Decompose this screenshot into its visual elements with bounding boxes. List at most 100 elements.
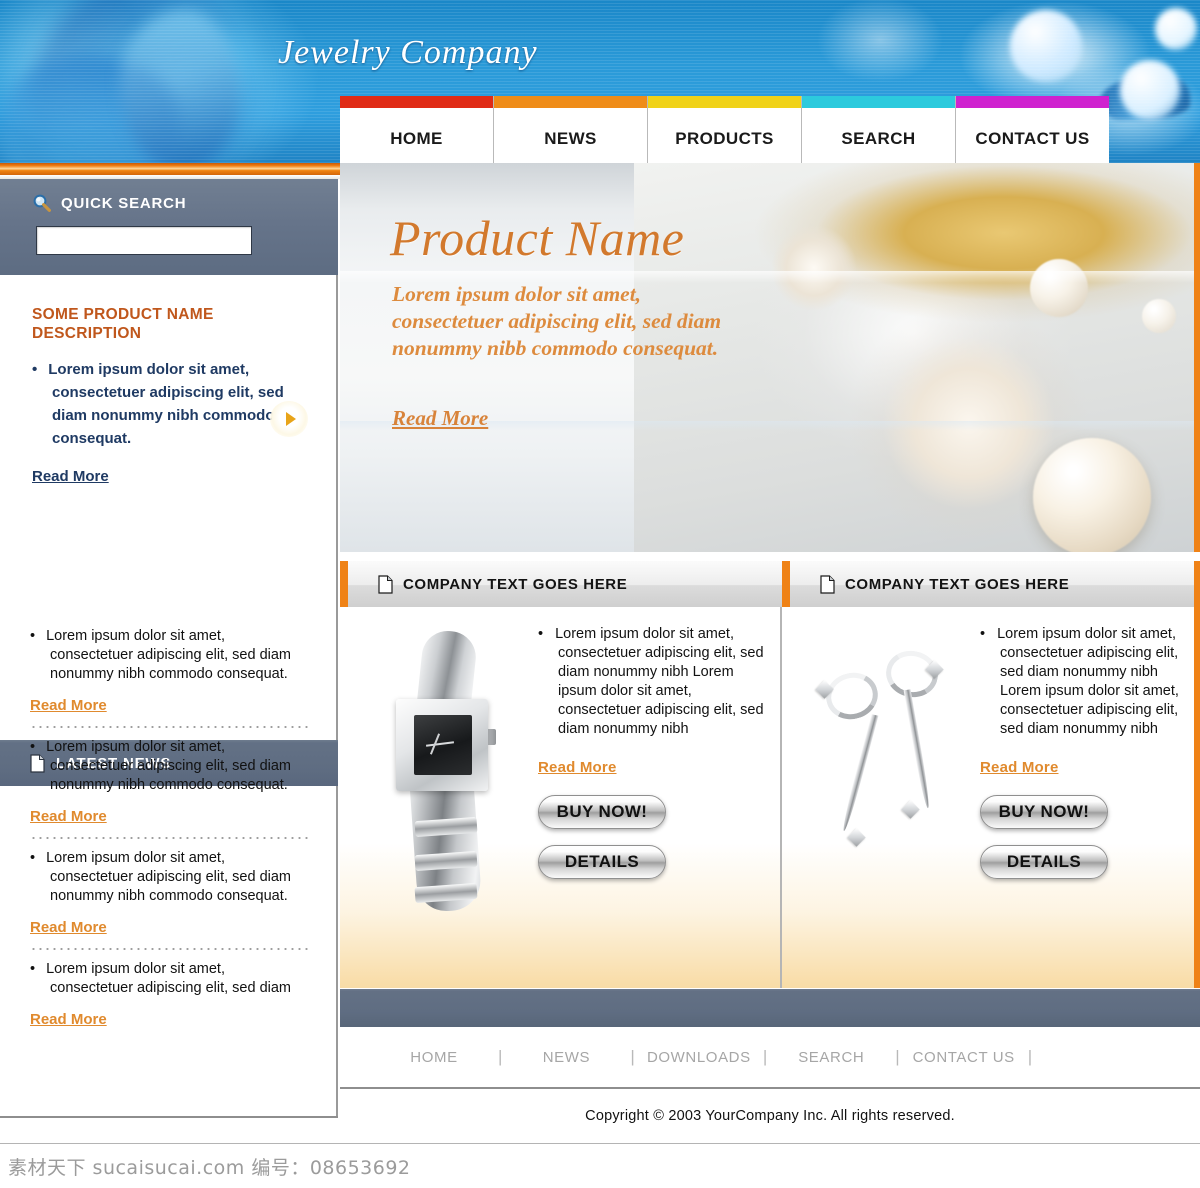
- product-header-title: COMPANY TEXT GOES HERE: [403, 575, 628, 593]
- product-bullet-list: Lorem ipsum dolor sit amet, consectetuer…: [980, 625, 1184, 739]
- earring-drop-right: [903, 689, 932, 809]
- hero-read-more-link[interactable]: Read More: [392, 406, 488, 431]
- earring-drop-left: [840, 714, 879, 832]
- buy-now-button[interactable]: BUY NOW!: [980, 795, 1108, 829]
- news-item-text-wrap: Lorem ipsum dolor sit amet, consectetuer…: [30, 627, 312, 684]
- pearl-shape-medium: [1030, 259, 1088, 317]
- nav-tab-products[interactable]: PRODUCTS: [648, 96, 802, 163]
- product-card-watch: Lorem ipsum dolor sit amet, consectetuer…: [340, 607, 782, 988]
- product-read-more-link[interactable]: Read More: [980, 759, 1059, 776]
- nav-tab-label: PRODUCTS: [675, 129, 774, 148]
- footer-link-downloads[interactable]: DOWNLOADS: [635, 1049, 763, 1066]
- nav-tab-color-cap: [802, 96, 955, 108]
- nav-tab-label: CONTACT US: [975, 129, 1090, 148]
- product-card-earrings: Lorem ipsum dolor sit amet, consectetuer…: [782, 607, 1200, 988]
- nav-tab-color-cap: [494, 96, 647, 108]
- footer-copyright: Copyright © 2003 YourCompany Inc. All ri…: [340, 1089, 1200, 1143]
- list-item: Lorem ipsum dolor sit amet, consectetuer…: [30, 627, 312, 728]
- earring-gem: [901, 800, 920, 819]
- primary-navigation: HOME NEWS PRODUCTS SEARCH CONTACT US: [340, 96, 1109, 163]
- news-item-text: Lorem ipsum dolor sit amet, consectetuer…: [30, 849, 312, 906]
- nav-tab-label: SEARCH: [841, 129, 916, 148]
- nav-tab-contact-us[interactable]: CONTACT US: [956, 96, 1109, 163]
- footer-link-home[interactable]: HOME: [370, 1049, 498, 1066]
- hero-body-text: Lorem ipsum dolor sit amet, consectetuer…: [392, 282, 722, 360]
- sidebar-promo-block: SOME PRODUCT NAME DESCRIPTION Lorem ipsu…: [0, 275, 336, 486]
- product-image-earrings: [782, 621, 980, 988]
- list-item: Lorem ipsum dolor sit amet, consectetuer…: [32, 358, 306, 450]
- news-item-text: Lorem ipsum dolor sit amet, consectetuer…: [30, 627, 312, 684]
- copyright-text: Copyright © 2003 YourCompany Inc. All ri…: [585, 1108, 955, 1124]
- list-item: Lorem ipsum dolor sit amet, consectetuer…: [538, 625, 766, 739]
- main-content: Product Name Lorem ipsum dolor sit amet,…: [340, 163, 1200, 1116]
- footer-separator: |: [1027, 1047, 1033, 1066]
- list-item: Lorem ipsum dolor sit amet, consectetuer…: [30, 960, 312, 1029]
- footer-link-contact-us[interactable]: CONTACT US: [900, 1049, 1028, 1066]
- watermark-text: 素材天下 sucaisucai.com 编号：08653692: [8, 1156, 411, 1179]
- watch-case: [396, 699, 488, 791]
- news-read-more-link[interactable]: Read More: [30, 697, 107, 714]
- news-read-more-link[interactable]: Read More: [30, 919, 107, 936]
- news-item-text: Lorem ipsum dolor sit amet, consectetuer…: [30, 738, 312, 795]
- watch-face: [414, 715, 472, 775]
- news-list: Lorem ipsum dolor sit amet, consectetuer…: [0, 607, 336, 1029]
- dotted-divider: [30, 726, 312, 728]
- search-icon: [32, 193, 52, 213]
- footer-link-search[interactable]: SEARCH: [767, 1049, 895, 1066]
- news-item-text-wrap: Lorem ipsum dolor sit amet, consectetuer…: [30, 960, 312, 998]
- sidebar: QUICK SEARCH SOME PRODUCT NAME DESCRIPTI…: [0, 179, 338, 1116]
- wristwatch-illustration: [378, 628, 508, 914]
- news-item-text: Lorem ipsum dolor sit amet, consectetuer…: [30, 960, 312, 998]
- page-root: Jewelry Company HOME NEWS PRODUCTS SEARC…: [0, 0, 1200, 1188]
- nav-tab-label: NEWS: [544, 129, 597, 148]
- search-input[interactable]: [36, 226, 252, 255]
- product-header-title: COMPANY TEXT GOES HERE: [845, 575, 1070, 593]
- details-button[interactable]: DETAILS: [538, 845, 666, 879]
- footer-navigation: HOME | NEWS | DOWNLOADS | SEARCH | CONTA…: [340, 1027, 1200, 1089]
- sidebar-promo-read-more-link[interactable]: Read More: [32, 468, 109, 485]
- quick-search-panel: QUICK SEARCH: [0, 179, 338, 275]
- watch-hour-hand: [425, 741, 455, 747]
- hero-title: Product Name: [390, 210, 685, 266]
- document-icon: [378, 574, 393, 594]
- product-read-more-link[interactable]: Read More: [538, 759, 617, 776]
- nav-tab-home[interactable]: HOME: [340, 96, 494, 163]
- news-read-more-link[interactable]: Read More: [30, 1011, 107, 1028]
- product-section-headers: COMPANY TEXT GOES HERE COMPANY TEXT GOES…: [340, 561, 1200, 607]
- header-divider-shadow: [0, 175, 340, 179]
- pearl-shape-small: [1142, 299, 1176, 333]
- dotted-divider: [30, 948, 312, 950]
- earrings-illustration: [812, 641, 972, 871]
- product-header-right: COMPANY TEXT GOES HERE: [782, 561, 1200, 607]
- buy-now-button[interactable]: BUY NOW!: [538, 795, 666, 829]
- product-text-earrings: Lorem ipsum dolor sit amet, consectetuer…: [980, 621, 1194, 988]
- watermark-bar: 素材天下 sucaisucai.com 编号：08653692: [0, 1143, 1200, 1188]
- footer-slate-bar: [340, 989, 1200, 1027]
- dotted-divider: [30, 837, 312, 839]
- product-image-watch: [340, 621, 538, 988]
- document-icon: [820, 574, 835, 594]
- product-bullet-list: Lorem ipsum dolor sit amet, consectetuer…: [538, 625, 766, 739]
- news-item-text-wrap: Lorem ipsum dolor sit amet, consectetuer…: [30, 738, 312, 795]
- product-text-watch: Lorem ipsum dolor sit amet, consectetuer…: [538, 621, 780, 988]
- earring-gem: [847, 828, 866, 847]
- search-submit-button[interactable]: [270, 401, 308, 437]
- nav-tab-color-cap: [956, 96, 1109, 108]
- nav-tab-news[interactable]: NEWS: [494, 96, 648, 163]
- header-orange-divider: [0, 163, 340, 175]
- play-triangle-icon: [285, 412, 296, 426]
- nav-tab-search[interactable]: SEARCH: [802, 96, 956, 163]
- quick-search-heading: QUICK SEARCH: [32, 193, 186, 213]
- pearl-shape-large: [1033, 438, 1151, 552]
- news-read-more-link[interactable]: Read More: [30, 808, 107, 825]
- quick-search-label: QUICK SEARCH: [61, 194, 187, 212]
- sidebar-promo-heading: SOME PRODUCT NAME DESCRIPTION: [32, 306, 214, 342]
- footer-link-news[interactable]: NEWS: [502, 1049, 630, 1066]
- sidebar-promo-list: Lorem ipsum dolor sit amet, consectetuer…: [32, 358, 306, 450]
- hero-banner: Product Name Lorem ipsum dolor sit amet,…: [340, 163, 1200, 552]
- nav-tab-color-cap: [340, 96, 493, 108]
- product-columns: Lorem ipsum dolor sit amet, consectetuer…: [340, 607, 1200, 988]
- list-item: Lorem ipsum dolor sit amet, consectetuer…: [30, 738, 312, 839]
- product-header-left: COMPANY TEXT GOES HERE: [340, 561, 782, 607]
- details-button[interactable]: DETAILS: [980, 845, 1108, 879]
